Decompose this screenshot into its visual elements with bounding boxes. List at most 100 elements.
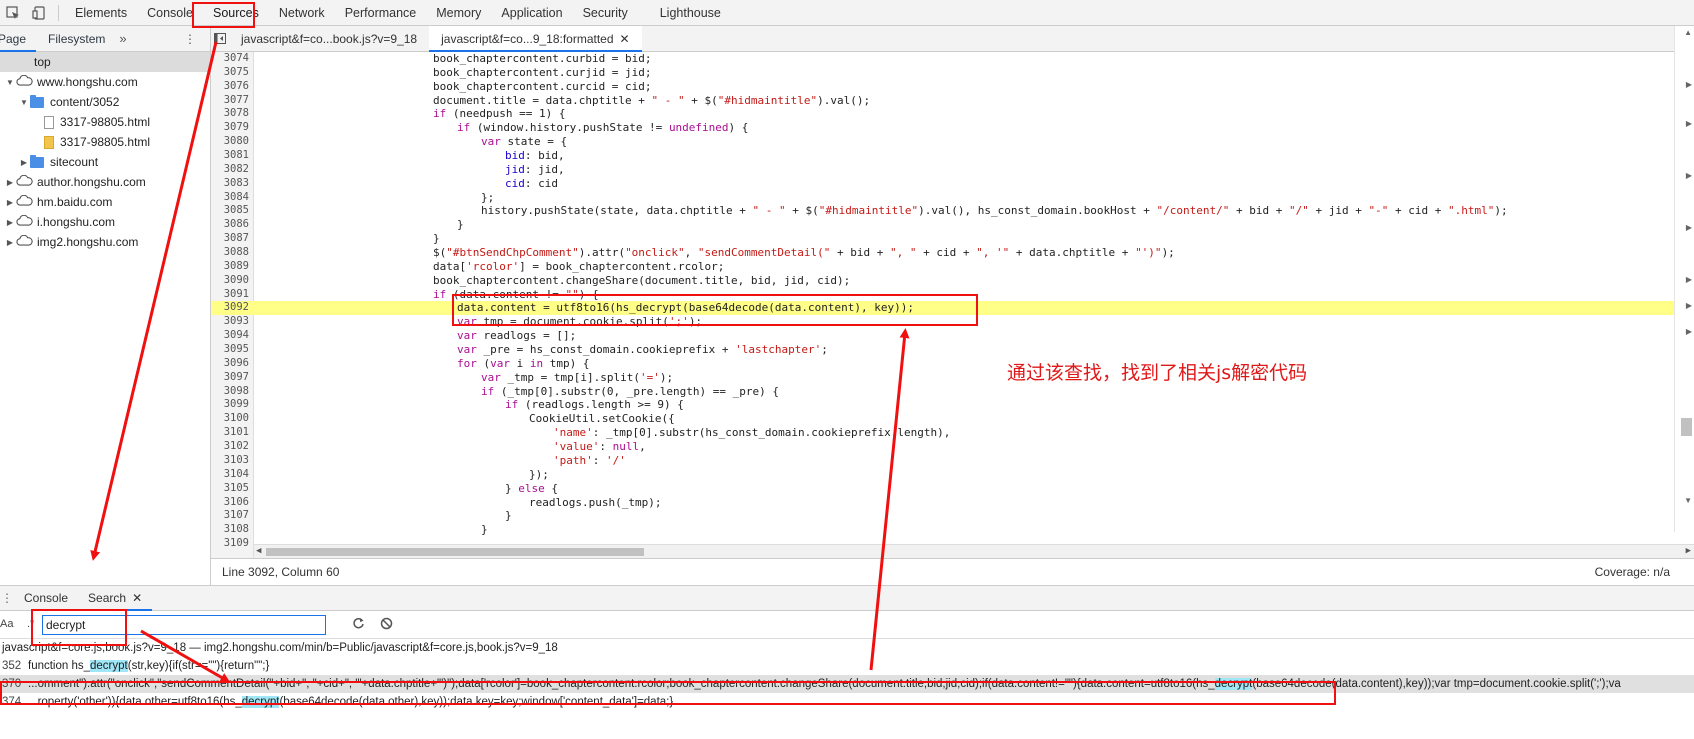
regex-toggle[interactable]: .* [27, 618, 34, 630]
scroll-left-icon[interactable]: ◀ [256, 546, 261, 556]
line-number[interactable]: 3103 [211, 454, 249, 468]
line-number[interactable]: 3106 [211, 496, 249, 510]
line-number[interactable]: 3078 [211, 107, 249, 121]
code-line[interactable]: 3080 var state = { [211, 135, 1694, 149]
expanded-arrow-icon[interactable]: ▼ [4, 78, 16, 87]
code-view[interactable]: 3074 book_chaptercontent.curbid = bid; 307… [211, 52, 1694, 558]
code-line[interactable]: 3102 'value': null, [211, 440, 1694, 454]
scroll-right-icon[interactable]: ▶ [1686, 546, 1691, 556]
code-line[interactable]: 3097 var _tmp = tmp[i].split('='); [211, 371, 1694, 385]
result-file-header[interactable]: javascript&f=core.js,book.js?v=9_18 — im… [0, 639, 1694, 657]
tree-item[interactable]: 3317-98805.html [0, 132, 210, 152]
code-line[interactable]: 3091 if (data.content != "") { [211, 288, 1694, 302]
line-number[interactable]: 3082 [211, 163, 249, 177]
more-tabs-chevron-icon[interactable]: » [119, 31, 126, 46]
line-number[interactable]: 3086 [211, 218, 249, 232]
scroll-arrow-icon[interactable]: ▶ [1686, 119, 1692, 128]
tab-lighthouse[interactable]: Lighthouse [650, 0, 731, 26]
code-line[interactable]: 3077 document.title = data.chptitle + " -… [211, 94, 1694, 108]
tab-network[interactable]: Network [269, 0, 335, 26]
code-line[interactable]: 3093 var tmp = document.cookie.split(';')… [211, 315, 1694, 329]
code-line[interactable]: 3085 history.pushState(state, data.chptit… [211, 204, 1694, 218]
scroll-arrow-icon[interactable]: ▶ [1686, 171, 1692, 180]
tree-item[interactable]: 3317-98805.html [0, 112, 210, 132]
code-line[interactable]: 3090 book_chaptercontent.changeShare(docu… [211, 274, 1694, 288]
tree-item[interactable]: ▼ www.hongshu.com [0, 72, 210, 92]
line-number[interactable]: 3080 [211, 135, 249, 149]
tab-console[interactable]: Console [137, 0, 203, 26]
line-number[interactable]: 3093 [211, 315, 249, 329]
search-input[interactable] [42, 615, 326, 635]
drawer-tab-console[interactable]: Console [14, 586, 78, 611]
line-number[interactable]: 3092 [211, 301, 249, 315]
scrollbar-thumb[interactable] [266, 548, 644, 556]
search-result-row[interactable]: 352 function hs_decrypt(str,key){if(str==… [0, 657, 1694, 675]
code-line[interactable]: 3106 readlogs.push(_tmp); [211, 496, 1694, 510]
editor-tab-minified[interactable]: javascript&f=co...book.js?v=9_18 [229, 26, 429, 52]
line-number[interactable]: 3104 [211, 468, 249, 482]
line-number[interactable]: 3091 [211, 288, 249, 302]
tree-item[interactable]: top [0, 52, 210, 72]
line-number[interactable]: 3084 [211, 191, 249, 205]
code-line[interactable]: 3079 if (window.history.pushState != unde… [211, 121, 1694, 135]
code-line[interactable]: 3100 CookieUtil.setCookie({ [211, 412, 1694, 426]
tab-page[interactable]: Page [0, 26, 37, 52]
tree-item[interactable]: ▼ content/3052 [0, 92, 210, 112]
code-line[interactable]: 3098 if (_tmp[0].substr(0, _pre.length) =… [211, 385, 1694, 399]
collapsed-arrow-icon[interactable]: ▶ [4, 218, 16, 227]
code-line[interactable]: 3108} [211, 523, 1694, 537]
code-line[interactable]: 3084}; [211, 191, 1694, 205]
line-number[interactable]: 3079 [211, 121, 249, 135]
code-line[interactable]: 3107} [211, 509, 1694, 523]
line-number[interactable]: 3095 [211, 343, 249, 357]
collapsed-arrow-icon[interactable]: ▶ [4, 238, 16, 247]
code-line[interactable]: 3095 var _pre = hs_const_domain.cookiepre… [211, 343, 1694, 357]
line-number[interactable]: 3085 [211, 204, 249, 218]
tab-filesystem[interactable]: Filesystem [36, 26, 115, 52]
line-number[interactable]: 3094 [211, 329, 249, 343]
line-number[interactable]: 3100 [211, 412, 249, 426]
drawer-tab-search[interactable]: Search ✕ [78, 586, 153, 611]
line-number[interactable]: 3081 [211, 149, 249, 163]
line-number[interactable]: 3109 [211, 537, 249, 551]
tree-item[interactable]: ▶ img2.hongshu.com [0, 232, 210, 252]
line-number[interactable]: 3088 [211, 246, 249, 260]
scroll-arrow-icon[interactable]: ▶ [1686, 223, 1692, 232]
code-line[interactable]: 3099 if (readlogs.length >= 9) { [211, 398, 1694, 412]
code-line[interactable]: 3081 bid: bid, [211, 149, 1694, 163]
coverage-status[interactable]: Coverage: n/a [1595, 565, 1670, 579]
inspect-element-icon[interactable] [0, 0, 26, 26]
navigator-menu-icon[interactable]: ⋮ [184, 32, 196, 46]
code-line[interactable]: 3088 $("#btnSendChpComment").attr("onclic… [211, 246, 1694, 260]
code-line[interactable]: 3089 data['rcolor'] = book_chaptercontent… [211, 260, 1694, 274]
toggle-navigator-icon[interactable] [211, 26, 229, 52]
close-tab-icon[interactable]: ✕ [620, 32, 630, 46]
code-line[interactable]: 3104}); [211, 468, 1694, 482]
code-line[interactable]: 3076 book_chaptercontent.curcid = cid; [211, 80, 1694, 94]
close-tab-icon[interactable]: ✕ [132, 591, 142, 605]
line-number[interactable]: 3090 [211, 274, 249, 288]
line-number[interactable]: 3074 [211, 52, 249, 66]
scroll-up-icon[interactable]: ▲ [1684, 28, 1692, 37]
code-line[interactable]: 3103 'path': '/' [211, 454, 1694, 468]
scroll-arrow-icon[interactable]: ▶ [1686, 327, 1692, 336]
code-line[interactable]: 3087} [211, 232, 1694, 246]
scroll-arrow-icon[interactable]: ▶ [1686, 275, 1692, 284]
line-number[interactable]: 3107 [211, 509, 249, 523]
vertical-scrollbar[interactable]: ▲ ▶ ▶ ▶ ▶ ▶ ▶ ▶ ▼ [1674, 26, 1694, 532]
drawer-menu-icon[interactable]: ⋮ [0, 591, 14, 605]
tree-item[interactable]: ▶ author.hongshu.com [0, 172, 210, 192]
tree-item[interactable]: ▶ i.hongshu.com [0, 212, 210, 232]
code-line[interactable]: 3086} [211, 218, 1694, 232]
match-case-toggle[interactable]: Aa [0, 618, 13, 630]
scroll-down-icon[interactable]: ▼ [1684, 496, 1692, 505]
scroll-arrow-icon[interactable]: ▶ [1686, 80, 1692, 89]
device-toolbar-icon[interactable] [26, 0, 52, 26]
line-number[interactable]: 3102 [211, 440, 249, 454]
scroll-arrow-icon[interactable]: ▶ [1686, 301, 1692, 310]
code-line[interactable]: 3075 book_chaptercontent.curjid = jid; [211, 66, 1694, 80]
horizontal-scrollbar[interactable]: ◀ ▶ [254, 544, 1694, 558]
line-number[interactable]: 3097 [211, 371, 249, 385]
tree-item[interactable]: ▶ hm.baidu.com [0, 192, 210, 212]
search-result-row[interactable]: 370 ...omment").attr("onclick","sendComme… [0, 675, 1694, 693]
